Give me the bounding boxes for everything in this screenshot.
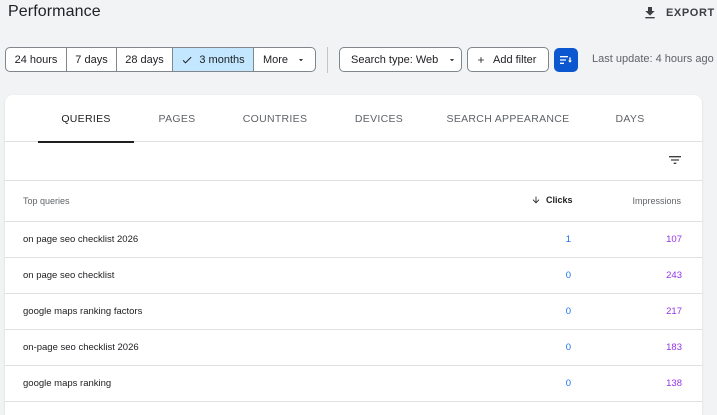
clicks-cell: 1 [565, 234, 571, 245]
range-label: More [262, 53, 289, 66]
table-row[interactable]: on-page seo checklist 2026 0 183 [5, 330, 702, 366]
range-label: 24 hours [14, 53, 58, 66]
impressions-cell: 107 [666, 234, 682, 245]
table-row[interactable]: on page seo checklist 0 243 [5, 258, 702, 294]
last-update-text: Last update: 4 hours ago [592, 53, 714, 65]
range-more-dropdown[interactable]: More [254, 48, 315, 71]
clicks-header-label: Clicks [546, 195, 573, 205]
download-icon [645, 7, 655, 19]
query-cell: on page seo checklist [23, 270, 115, 281]
search-type-dropdown[interactable]: Search type: Web [339, 47, 462, 72]
clicks-cell: 0 [565, 342, 571, 353]
search-type-label: Search type: Web [351, 53, 439, 66]
table-body: on page seo checklist 2026 1 107 on page… [5, 222, 702, 402]
add-filter-button[interactable]: Add filter [467, 47, 549, 72]
export-label: EXPORT [666, 7, 715, 19]
range-24-hours[interactable]: 24 hours [6, 48, 67, 71]
date-range-selector: 24 hours 7 days 28 days 3 months More [5, 47, 316, 72]
table-filter-button[interactable] [665, 150, 685, 170]
check-icon [183, 56, 192, 63]
range-7-days[interactable]: 7 days [67, 48, 117, 71]
table-row[interactable]: google maps ranking 0 138 [5, 366, 702, 402]
impressions-cell: 183 [666, 342, 682, 353]
top-bar: Performance EXPORT [0, 0, 717, 34]
table-row[interactable]: google maps ranking factors 0 217 [5, 294, 702, 330]
caret-down-icon [298, 58, 304, 61]
column-header-impressions[interactable]: Impressions [632, 196, 681, 206]
plus-icon [478, 56, 484, 63]
filter-list-icon [560, 56, 572, 64]
range-label: 3 months [199, 53, 245, 66]
query-cell: google maps ranking factors [23, 306, 143, 317]
column-header-queries[interactable]: Top queries [23, 196, 70, 206]
caret-down-icon [450, 58, 455, 61]
query-cell: on page seo checklist 2026 [23, 234, 139, 245]
tab-days[interactable]: DAYS [605, 95, 655, 142]
filter-settings-button[interactable] [554, 48, 578, 72]
impressions-cell: 217 [666, 306, 682, 317]
range-3-months[interactable]: 3 months [173, 48, 254, 71]
add-filter-label: Add filter [493, 53, 537, 66]
divider [327, 47, 328, 73]
range-label: 28 days [125, 53, 164, 66]
performance-card: QUERIES PAGES COUNTRIES DEVICES SEARCH A… [5, 95, 702, 415]
tab-devices[interactable]: DEVICES [344, 95, 414, 142]
dimension-tabs: QUERIES PAGES COUNTRIES DEVICES SEARCH A… [5, 95, 702, 143]
query-cell: on-page seo checklist 2026 [23, 342, 139, 353]
table-header: Top queries Clicks Impressions [5, 180, 702, 222]
column-header-clicks[interactable]: Clicks [531, 195, 573, 205]
page-title: Performance [8, 3, 101, 20]
table-row[interactable]: on page seo checklist 2026 1 107 [5, 222, 702, 258]
clicks-cell: 0 [565, 378, 571, 389]
tab-queries[interactable]: QUERIES [38, 95, 134, 143]
filter-bar: 24 hours 7 days 28 days 3 months More Se… [0, 47, 717, 73]
filter-icon [669, 156, 681, 164]
export-button[interactable]: EXPORT [642, 4, 715, 22]
query-cell: google maps ranking [23, 378, 112, 389]
range-label: 7 days [75, 53, 108, 66]
tab-countries[interactable]: COUNTRIES [235, 95, 315, 142]
arrow-down-icon [532, 196, 540, 204]
clicks-cell: 0 [565, 270, 571, 281]
impressions-cell: 138 [666, 378, 682, 389]
impressions-cell: 243 [666, 270, 682, 281]
tab-pages[interactable]: PAGES [145, 95, 209, 142]
range-28-days[interactable]: 28 days [117, 48, 173, 71]
clicks-cell: 0 [565, 306, 571, 317]
tab-search-appearance[interactable]: SEARCH APPEARANCE [446, 95, 570, 142]
